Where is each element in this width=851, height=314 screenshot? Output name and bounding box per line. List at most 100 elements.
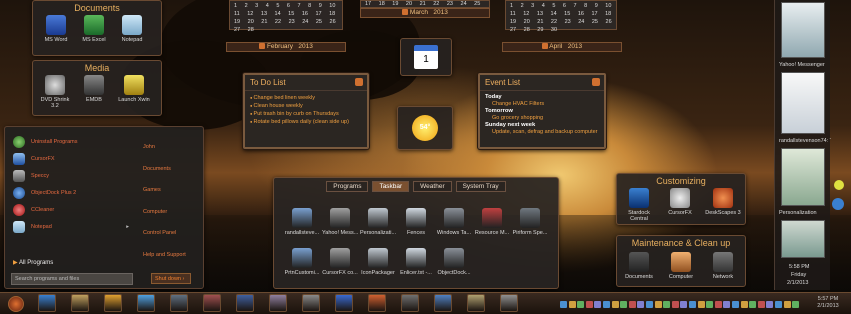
network-shortcut[interactable]: Network xyxy=(705,252,741,280)
prev-month-icon[interactable] xyxy=(402,9,409,16)
tray-icon[interactable] xyxy=(577,301,585,308)
taskbar-app-icon[interactable] xyxy=(203,294,221,312)
tray-icon[interactable] xyxy=(783,301,791,308)
ms-excel-shortcut[interactable]: MS Excel xyxy=(77,15,111,43)
dvd-shrink-shortcut[interactable]: DVD Shrink 3.2 xyxy=(37,75,73,109)
taskbar-app-icon[interactable] xyxy=(368,294,386,312)
notepad-shortcut[interactable]: Notepad xyxy=(115,15,149,43)
tray-icon[interactable] xyxy=(792,301,800,308)
dock-item[interactable]: IconPackager xyxy=(360,248,396,276)
tray-icon[interactable] xyxy=(620,301,628,308)
event-what[interactable]: Go grocery shopping xyxy=(485,115,599,122)
dock-item[interactable]: Fences xyxy=(398,208,434,236)
todo-item[interactable]: Clean house weekly xyxy=(250,102,362,110)
taskbar-app-icon[interactable] xyxy=(38,294,56,312)
thumbnail-clock[interactable] xyxy=(781,220,825,258)
tray-icon[interactable] xyxy=(757,301,765,308)
start-link-computer[interactable]: Computer xyxy=(139,209,203,231)
taskbar-app-icon[interactable] xyxy=(401,294,419,312)
ms-word-shortcut[interactable]: MS Word xyxy=(39,15,73,43)
launch-xwin-shortcut[interactable]: Launch Xwin xyxy=(115,75,153,103)
tray-icon[interactable] xyxy=(714,301,722,308)
event-menu-icon[interactable] xyxy=(592,78,600,86)
taskbar-app-icon[interactable] xyxy=(335,294,353,312)
tray-icon[interactable] xyxy=(646,301,653,308)
tray-icon[interactable] xyxy=(628,301,636,308)
todo-item[interactable]: Change bed linen weekly xyxy=(250,94,362,102)
tray-icon[interactable] xyxy=(740,301,748,308)
start-item-cursorfx[interactable]: CursorFX xyxy=(5,150,135,167)
start-item-speccy[interactable]: Speccy xyxy=(5,167,135,184)
tray-icon[interactable] xyxy=(594,301,602,308)
tray-icon[interactable] xyxy=(697,301,705,308)
tray-icon[interactable] xyxy=(775,301,782,308)
network-icon[interactable] xyxy=(832,198,844,210)
taskbar-app-icon[interactable] xyxy=(269,294,287,312)
calendar-february-header[interactable]: February 2013 xyxy=(226,42,346,52)
dock-item[interactable]: Personalizati... xyxy=(360,208,396,236)
taskbar-app-icon[interactable] xyxy=(104,294,122,312)
shutdown-button[interactable]: Shut down › xyxy=(151,273,191,284)
taskbar-clock[interactable]: 5:57 PM 2/1/2013 xyxy=(808,296,848,310)
tray-icon[interactable] xyxy=(568,301,576,308)
tray-icon[interactable] xyxy=(706,301,714,308)
chevron-right-icon[interactable]: ▸ xyxy=(126,224,129,230)
start-link-documents[interactable]: Documents xyxy=(139,166,203,188)
todo-menu-icon[interactable] xyxy=(355,78,363,86)
tray-icon[interactable] xyxy=(637,301,645,308)
start-link-help[interactable]: Help and Support xyxy=(139,252,203,274)
taskbar-app-icon[interactable] xyxy=(236,294,254,312)
calendar-march-header[interactable]: March 2013 xyxy=(360,8,490,18)
tab-weather[interactable]: Weather xyxy=(413,181,452,192)
all-programs-button[interactable]: ▶ All Programs xyxy=(13,259,133,269)
start-link-user[interactable]: John xyxy=(139,144,203,166)
tray-icon[interactable] xyxy=(663,301,671,308)
dock-item[interactable]: Windows Ta... xyxy=(436,208,472,236)
tray-icon[interactable] xyxy=(611,301,619,308)
dock-item[interactable]: randallsteve... xyxy=(284,208,320,236)
cursorfx-shortcut[interactable]: CursorFX xyxy=(663,188,697,216)
tab-system-tray[interactable]: System Tray xyxy=(455,181,506,192)
taskbar-app-icon[interactable] xyxy=(467,294,485,312)
taskbar-app-icon[interactable] xyxy=(137,294,155,312)
dock-item[interactable]: Yahoo! Mess... xyxy=(322,208,358,236)
prev-month-icon[interactable] xyxy=(541,43,548,50)
computer-shortcut[interactable]: Computer xyxy=(663,252,699,280)
tray-icon[interactable] xyxy=(723,301,731,308)
tab-taskbar[interactable]: Taskbar xyxy=(372,181,410,192)
tray-icon[interactable] xyxy=(603,301,610,308)
dock-item[interactable]: Enlicer.txt -... xyxy=(398,248,434,276)
calendar-widget[interactable]: 1 xyxy=(400,38,452,76)
tray-icon[interactable] xyxy=(766,301,774,308)
taskbar-app-icon[interactable] xyxy=(302,294,320,312)
start-link-control-panel[interactable]: Control Panel xyxy=(139,230,203,252)
thumbnail-personalization[interactable] xyxy=(781,148,825,206)
todo-item[interactable]: Rotate bed pillows daily (clean side up) xyxy=(250,118,362,126)
prev-month-icon[interactable] xyxy=(259,43,266,50)
start-item-notepad[interactable]: Notepad ▸ xyxy=(5,218,135,235)
calendar-april-header[interactable]: April 2013 xyxy=(502,42,622,52)
dock-item[interactable]: Resource M... xyxy=(474,208,510,236)
start-link-games[interactable]: Games xyxy=(139,187,203,209)
taskbar-app-icon[interactable] xyxy=(71,294,89,312)
thumbnail-chat[interactable] xyxy=(781,72,825,134)
taskbar-app-icon[interactable] xyxy=(500,294,518,312)
messenger-icon[interactable] xyxy=(834,180,844,190)
event-what[interactable]: Change HVAC Filters xyxy=(485,101,599,108)
start-orb[interactable] xyxy=(8,296,24,312)
tray-icon[interactable] xyxy=(732,301,739,308)
tray-icon[interactable] xyxy=(560,301,567,308)
stardock-central-shortcut[interactable]: Stardock Central xyxy=(621,188,657,222)
tab-programs[interactable]: Programs xyxy=(326,181,369,192)
dock-item[interactable]: Piriform Spe... xyxy=(512,208,548,236)
documents-shortcut[interactable]: Documents xyxy=(621,252,657,280)
search-input[interactable]: Search programs and files xyxy=(11,273,133,285)
start-item-uninstall[interactable]: Uninstall Programs xyxy=(5,133,135,150)
tray-icon[interactable] xyxy=(689,301,696,308)
start-item-objectdock[interactable]: ObjectDock Plus 2 xyxy=(5,184,135,201)
deskscapes-shortcut[interactable]: DeskScapes 3 xyxy=(703,188,743,216)
dock-item[interactable]: CursorFX co... xyxy=(322,248,358,276)
taskbar-app-icon[interactable] xyxy=(434,294,452,312)
tray-icon[interactable] xyxy=(671,301,679,308)
taskbar-app-icon[interactable] xyxy=(170,294,188,312)
